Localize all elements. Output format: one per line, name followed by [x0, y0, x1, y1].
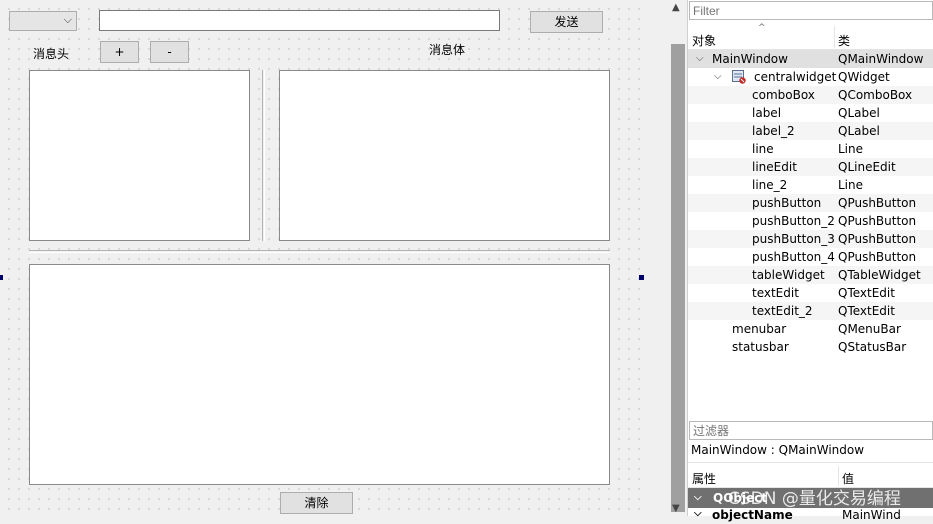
scrollbar-thumb[interactable]	[671, 44, 685, 512]
property-filter-input[interactable]	[689, 421, 933, 440]
add-button[interactable]: +	[100, 41, 139, 63]
tree-row-name: pushButton	[752, 196, 822, 210]
tree-row-name: pushButton_2	[752, 214, 835, 228]
tree-row-class: QPushButton	[838, 214, 917, 228]
remove-button[interactable]: -	[150, 41, 189, 63]
output-text-edit[interactable]	[29, 264, 610, 485]
tree-row-name: label_2	[752, 124, 795, 138]
column-object[interactable]: 对象	[692, 32, 716, 49]
tree-row-name: pushButton_3	[752, 232, 835, 246]
widget-icon	[732, 70, 746, 84]
resize-handle-left[interactable]	[0, 275, 3, 280]
tree-row-class: QMainWindow	[838, 52, 924, 66]
tree-row[interactable]: line_2 Line	[688, 176, 933, 194]
send-button[interactable]: 发送	[530, 11, 603, 33]
sort-up-icon: ^	[758, 23, 766, 33]
tree-row-name: comboBox	[752, 88, 815, 102]
tree-row-name: label	[752, 106, 782, 120]
object-filter-input[interactable]	[689, 1, 933, 20]
tree-row-class: Line	[838, 178, 864, 192]
property-editor-title: MainWindow : QMainWindow	[691, 443, 865, 457]
tree-row-class: QLabel	[838, 106, 880, 120]
dock-scrollbar[interactable]: ▲ ▼	[669, 0, 687, 516]
tree-row[interactable]: lineEdit QLineEdit	[688, 158, 933, 176]
chevron-down-icon[interactable]: ⌵	[694, 488, 702, 508]
tree-row-name: centralwidget	[754, 70, 837, 84]
scroll-down-icon[interactable]: ▼	[672, 503, 680, 514]
tree-row-name: line_2	[752, 178, 788, 192]
header-separator	[834, 26, 835, 48]
tree-row[interactable]: statusbar QStatusBar	[688, 338, 933, 356]
tree-row-class: QLabel	[838, 124, 880, 138]
object-inspector-panel: ^ 对象 类 ⌵ MainWindow QMainWindow ⌵ centra…	[687, 0, 933, 522]
tree-row-class: QLineEdit	[838, 160, 896, 174]
line-edit[interactable]	[99, 10, 500, 31]
tree-row-mainwindow[interactable]: ⌵ MainWindow QMainWindow	[688, 50, 933, 68]
designer-canvas: ⌵ 发送 消息头 + - 消息体 清除	[0, 0, 644, 516]
tree-row-class: Line	[838, 142, 864, 156]
tree-row[interactable]: tableWidget QTableWidget	[688, 266, 933, 284]
tree-row[interactable]: pushButton_4 QPushButton	[688, 248, 933, 266]
tree-row[interactable]: textEdit QTextEdit	[688, 284, 933, 302]
tree-row[interactable]: line Line	[688, 140, 933, 158]
tree-row-class: QComboBox	[838, 88, 913, 102]
tree-row-class: QPushButton	[838, 196, 917, 210]
chevron-down-icon[interactable]: ⌵	[714, 68, 722, 86]
tree-row-name: tableWidget	[752, 268, 825, 282]
tree-row[interactable]: menubar QMenuBar	[688, 320, 933, 338]
property-row-objectname[interactable]: ⌵ objectName MainWind	[688, 508, 933, 524]
tree-row-name: textEdit_2	[752, 304, 813, 318]
tree-row-name: textEdit	[752, 286, 799, 300]
header-table[interactable]	[29, 70, 250, 241]
column-class[interactable]: 类	[838, 32, 850, 49]
resize-handle-right[interactable]	[639, 275, 644, 280]
tree-row-class: QTextEdit	[838, 286, 895, 300]
tree-row-class: QPushButton	[838, 232, 917, 246]
chevron-down-icon[interactable]: ⌵	[694, 508, 702, 519]
tree-row-class: QTextEdit	[838, 304, 895, 318]
scroll-up-icon[interactable]: ▲	[672, 2, 680, 13]
property-value[interactable]: MainWind	[842, 508, 901, 522]
header-separator	[838, 466, 839, 486]
tree-row-name: menubar	[732, 322, 787, 336]
clear-button[interactable]: 清除	[280, 492, 353, 514]
column-property[interactable]: 属性	[692, 470, 716, 487]
tree-row[interactable]: textEdit_2 QTextEdit	[688, 302, 933, 320]
tree-row-centralwidget[interactable]: ⌵ centralwidget QWidget	[688, 68, 933, 86]
tree-row-name: pushButton_4	[752, 250, 835, 264]
tree-row-class: QWidget	[838, 70, 890, 84]
body-text-edit[interactable]	[279, 70, 610, 241]
tree-row[interactable]: comboBox QComboBox	[688, 86, 933, 104]
tree-row[interactable]: pushButton QPushButton	[688, 194, 933, 212]
watermark: CSDN @量化交易编程	[728, 489, 901, 509]
vertical-line	[262, 70, 265, 241]
tree-row-name: line	[752, 142, 774, 156]
tree-row[interactable]: pushButton_2 QPushButton	[688, 212, 933, 230]
header-label: 消息头	[33, 47, 70, 61]
tree-row[interactable]: pushButton_3 QPushButton	[688, 230, 933, 248]
object-tree-header: ^ 对象 类	[688, 22, 933, 50]
chevron-down-icon: ⌵	[63, 13, 72, 26]
body-label: 消息体	[429, 43, 466, 57]
horizontal-line	[29, 250, 610, 253]
tree-row-class: QTableWidget	[838, 268, 921, 282]
tree-row-name: lineEdit	[752, 160, 797, 174]
property-name: objectName	[712, 508, 793, 522]
tree-row-class: QPushButton	[838, 250, 917, 264]
tree-row-class: QMenuBar	[838, 322, 901, 336]
object-tree: ⌵ MainWindow QMainWindow ⌵ centralwidget…	[688, 50, 933, 356]
chevron-down-icon[interactable]: ⌵	[696, 50, 704, 68]
tree-row[interactable]: label_2 QLabel	[688, 122, 933, 140]
tree-row[interactable]: label QLabel	[688, 104, 933, 122]
tree-row-name: statusbar	[732, 340, 789, 354]
combo-box[interactable]: ⌵	[9, 11, 77, 31]
tree-row-class: QStatusBar	[838, 340, 907, 354]
tree-row-name: MainWindow	[712, 52, 788, 66]
